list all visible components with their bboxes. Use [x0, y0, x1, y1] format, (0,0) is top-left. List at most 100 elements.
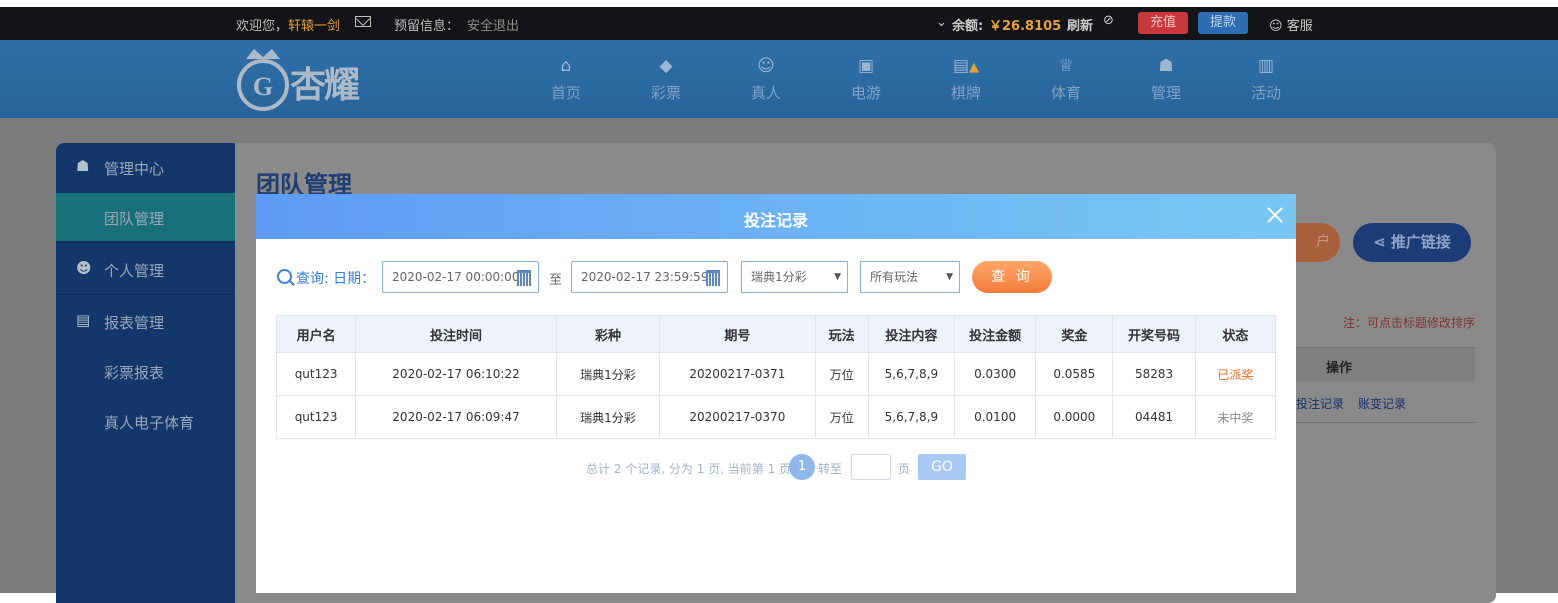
- balance-label: 余额:: [952, 19, 984, 34]
- cell-prize: 0.0585: [1035, 352, 1114, 396]
- sidebar-item-team-management[interactable]: 团队管理: [56, 193, 235, 241]
- recharge-button[interactable]: 充值: [1138, 12, 1188, 34]
- sidebar: ☗ 管理中心 团队管理 ☻ 个人管理 ▤ 报表管理 彩票报表 真人电子体育: [56, 143, 235, 603]
- col-lottery[interactable]: 彩种: [555, 315, 661, 353]
- main-header: G 杏耀 ⌂ 首页 ◆ 彩票 ☺ 真人 ▣ 电游 ▤▲ 棋牌 ♕ 体育 ☗ 管理 ▥ 活动: [0, 40, 1558, 118]
- col-issue[interactable]: 期号: [659, 315, 816, 353]
- col-bet-content[interactable]: 投注内容: [867, 315, 955, 353]
- modal-header: 投注记录: [256, 194, 1296, 239]
- goto-page-input[interactable]: [851, 454, 891, 480]
- nav-events[interactable]: ▥ 活动: [1236, 56, 1296, 103]
- col-bet-time[interactable]: 投注时间: [355, 315, 557, 353]
- col-play[interactable]: 玩法: [814, 315, 869, 353]
- logout-link[interactable]: 安全退出: [467, 15, 519, 34]
- page-number-current[interactable]: 1: [789, 454, 815, 480]
- cell-bet-time: 2020-02-17 06:10:22: [355, 352, 557, 396]
- eye-off-icon[interactable]: ⊘: [1103, 13, 1114, 28]
- sidebar-item-lottery-report[interactable]: 彩票报表: [56, 347, 235, 395]
- nav-cards[interactable]: ▤▲ 棋牌: [936, 56, 996, 103]
- cell-draw-number: 58283: [1112, 352, 1196, 396]
- top-bar: 欢迎您，轩辕一剑 预留信息： 安全退出 ⌄ 余额: ￥26.8105 刷新 ⊘ …: [0, 7, 1558, 40]
- search-icon: [277, 269, 292, 284]
- cell-bet-amount: 0.0100: [953, 395, 1037, 439]
- sidebar-divider: [56, 294, 235, 295]
- close-icon[interactable]: [1264, 204, 1286, 226]
- play-type-select[interactable]: 所有玩法 ▼: [860, 261, 960, 293]
- hot-icon: ▲: [969, 60, 980, 75]
- home-icon: ⌂: [560, 56, 572, 76]
- sidebar-item-report-management[interactable]: ▤ 报表管理: [56, 297, 235, 345]
- query-button[interactable]: 查 询: [972, 261, 1052, 293]
- caret-down-icon: ▼: [946, 272, 953, 282]
- nav-slots[interactable]: ▣ 电游: [836, 56, 896, 103]
- col-bet-amount[interactable]: 投注金额: [953, 315, 1037, 353]
- nav-sports[interactable]: ♕ 体育: [1036, 56, 1096, 103]
- brand-name[interactable]: 杏耀: [290, 56, 360, 108]
- sidebar-item-personal-management[interactable]: ☻ 个人管理: [56, 245, 235, 293]
- table-header-row: 用户名 投注时间 彩种 期号 玩法 投注内容 投注金额 奖金 开奖号码 状态: [275, 315, 1277, 353]
- cell-play: 万位: [814, 395, 869, 439]
- page-unit-label: 页: [898, 462, 911, 476]
- col-draw-number[interactable]: 开奖号码: [1112, 315, 1196, 353]
- reserved-info-label: 预留信息：: [394, 19, 460, 34]
- go-button[interactable]: GO: [918, 454, 966, 480]
- nav-lottery[interactable]: ◆ 彩票: [636, 56, 696, 103]
- cell-play: 万位: [814, 352, 869, 396]
- cell-issue: 20200217-0370: [659, 395, 816, 439]
- welcome-text: 欢迎您，轩辕一剑: [236, 19, 341, 34]
- table-row: 投注记录 账变记录: [1296, 382, 1475, 423]
- chevron-down-icon[interactable]: ⌄: [936, 15, 947, 30]
- cell-bet-content: 5,6,7,8,9: [867, 352, 955, 396]
- date-label: 日期：: [333, 271, 376, 287]
- cell-username: qut123: [275, 395, 357, 439]
- cell-lottery: 瑞典1分彩: [555, 395, 661, 439]
- trophy-icon: ♕: [1058, 56, 1074, 76]
- bet-records-table: 用户名 投注时间 彩种 期号 玩法 投注内容 投注金额 奖金 开奖号码 状态 q…: [275, 315, 1277, 439]
- svg-text:G: G: [253, 72, 273, 101]
- date-to-input[interactable]: 2020-02-17 23:59:59: [571, 261, 728, 293]
- document-icon: ▤: [76, 311, 91, 329]
- table-row[interactable]: qut123 2020-02-17 06:09:47 瑞典1分彩 2020021…: [275, 395, 1277, 439]
- slot-machine-icon: ▣: [857, 56, 875, 76]
- nav-home[interactable]: ⌂ 首页: [536, 56, 596, 103]
- col-status[interactable]: 状态: [1194, 315, 1277, 353]
- gift-icon: ▥: [1257, 56, 1275, 76]
- users-icon: ☗: [76, 157, 90, 175]
- col-prize[interactable]: 奖金: [1035, 315, 1114, 353]
- promo-link-button[interactable]: ⋖ 推广链接: [1353, 223, 1471, 262]
- bet-records-link[interactable]: 投注记录: [1296, 395, 1344, 412]
- mail-icon[interactable]: [355, 16, 371, 27]
- query-label: 查询: 日期：: [296, 271, 376, 287]
- cell-bet-content: 5,6,7,8,9: [867, 395, 955, 439]
- cell-lottery: 瑞典1分彩: [555, 352, 661, 396]
- date-from-input[interactable]: 2020-02-17 00:00:00: [382, 261, 539, 293]
- refresh-link[interactable]: 刷新: [1067, 15, 1093, 34]
- cell-username: qut123: [275, 352, 357, 396]
- account-changes-link[interactable]: 账变记录: [1358, 395, 1406, 412]
- table-row[interactable]: qut123 2020-02-17 06:10:22 瑞典1分彩 2020021…: [275, 352, 1277, 396]
- col-username[interactable]: 用户名: [275, 315, 357, 353]
- sidebar-item-live-electronic-sports[interactable]: 真人电子体育: [56, 397, 235, 445]
- share-icon: ⋖: [1373, 233, 1386, 251]
- nav-manage[interactable]: ☗ 管理: [1136, 56, 1196, 103]
- username[interactable]: 轩辕一剑: [288, 19, 340, 34]
- cell-bet-amount: 0.0300: [953, 352, 1037, 396]
- status-badge: 已派奖: [1194, 352, 1277, 396]
- withdraw-button[interactable]: 提款: [1198, 12, 1248, 34]
- nav-live[interactable]: ☺ 真人: [736, 56, 796, 103]
- lottery-select[interactable]: 瑞典1分彩 ▼: [741, 261, 848, 293]
- sidebar-divider: [56, 242, 235, 243]
- goto-label: 转至: [818, 462, 843, 476]
- cell-prize: 0.0000: [1035, 395, 1114, 439]
- caret-down-icon: ▼: [834, 272, 841, 282]
- balance-value: ￥26.8105: [989, 19, 1062, 34]
- cell-issue: 20200217-0371: [659, 352, 816, 396]
- sidebar-item-management-center[interactable]: ☗ 管理中心: [56, 143, 235, 191]
- calendar-icon[interactable]: [706, 270, 720, 286]
- calendar-icon[interactable]: [517, 270, 531, 286]
- card-icon: ▤▲: [952, 56, 980, 76]
- person-icon: ☺: [757, 56, 775, 76]
- service-link[interactable]: ☺ 客服: [1269, 15, 1313, 34]
- bet-records-modal: 投注记录 查询: 日期： 2020-02-17 00:00:00 至 2020-…: [256, 194, 1296, 593]
- status-badge: 未中奖: [1194, 395, 1277, 439]
